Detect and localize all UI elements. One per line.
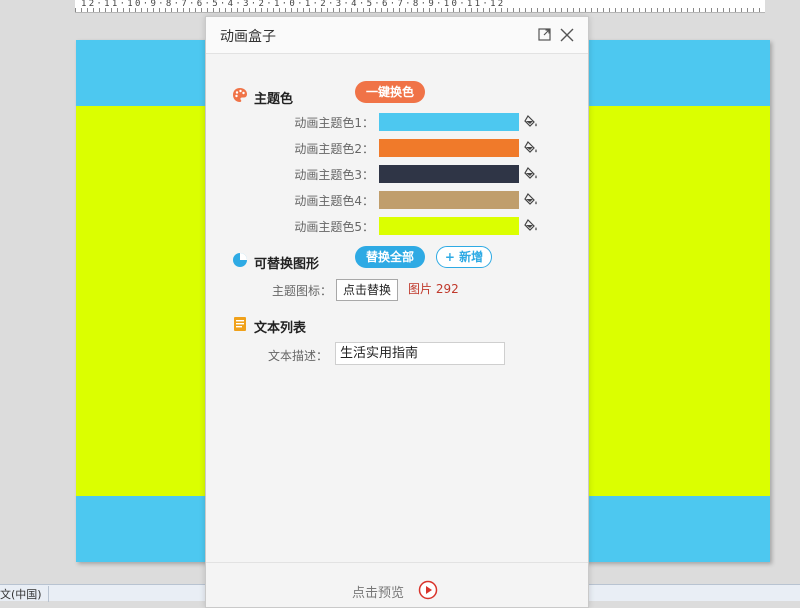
theme-color-label-4: 动画主题色4： xyxy=(294,194,374,208)
paint-bucket-icon[interactable] xyxy=(524,114,540,130)
theme-color-swatch-3[interactable] xyxy=(379,165,519,183)
pie-chart-icon xyxy=(233,253,247,267)
replaceable-shape-title: 可替换图形 xyxy=(254,257,320,272)
theme-color-swatch-4[interactable] xyxy=(379,191,519,209)
preview-label[interactable]: 点击预览 xyxy=(352,582,404,601)
theme-color-swatch-2[interactable] xyxy=(379,139,519,157)
document-icon xyxy=(234,317,246,331)
theme-color-swatch-1[interactable] xyxy=(379,113,519,131)
text-list-section: 文本列表 xyxy=(232,316,572,336)
restore-icon[interactable] xyxy=(536,26,554,44)
replace-all-button[interactable]: 替换全部 xyxy=(355,246,425,268)
paint-bucket-icon[interactable] xyxy=(524,192,540,208)
ruler-ticks xyxy=(75,8,765,12)
theme-color-swatch-5[interactable] xyxy=(379,217,519,235)
palette-icon xyxy=(233,88,247,102)
theme-color-label-2: 动画主题色2： xyxy=(294,142,374,156)
theme-color-label-3: 动画主题色3： xyxy=(294,168,374,182)
theme-color-label-5: 动画主题色5： xyxy=(294,220,374,234)
play-icon[interactable] xyxy=(418,580,438,600)
one-click-recolor-button[interactable]: 一键换色 xyxy=(355,81,425,103)
theme-color-title: 主题色 xyxy=(254,92,294,107)
horizontal-ruler: 12·11·10·9·8·7·6·5·4·3·2·1·0·1·2·3·4·5·6… xyxy=(75,0,765,13)
dialog-title: 动画盒子 xyxy=(220,29,276,45)
dialog-footer: 点击预览 xyxy=(206,562,588,608)
text-description-input[interactable] xyxy=(335,342,505,365)
close-icon[interactable] xyxy=(558,26,576,44)
image-reference[interactable]: 图片 292 xyxy=(408,280,459,297)
theme-color-section: 主题色 一键换色 动画主题色1： 动画主题色2： 动画主题色3： 动画主题色4：… xyxy=(232,81,572,237)
paint-bucket-icon[interactable] xyxy=(524,166,540,182)
text-list-title: 文本列表 xyxy=(254,321,307,336)
paint-bucket-icon[interactable] xyxy=(524,140,540,156)
theme-icon-label: 主题图标： xyxy=(271,284,332,298)
dialog-header: 动画盒子 xyxy=(206,17,588,54)
animation-box-dialog: 动画盒子 主题色 一键换色 动画主题色1： 动画主题色2： 动画主题色3： 动画… xyxy=(205,16,589,608)
click-replace-button[interactable]: 点击替换 xyxy=(336,279,398,301)
text-description-label: 文本描述： xyxy=(267,349,328,363)
theme-color-label-1: 动画主题色1： xyxy=(294,116,374,130)
add-new-button[interactable]: + 新增 xyxy=(436,246,492,268)
paint-bucket-icon[interactable] xyxy=(524,218,540,234)
